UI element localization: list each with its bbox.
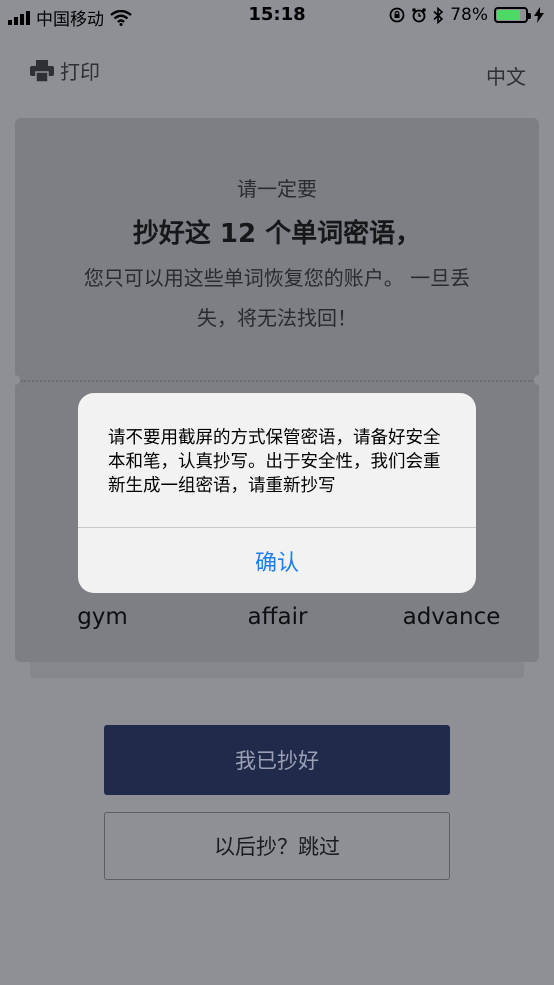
- card-notch-right: [534, 375, 544, 385]
- print-label: 打印: [60, 60, 100, 84]
- status-bar: 中国移动 15:18 78%: [0, 0, 554, 32]
- screenshot-warning-alert: 请不要用截屏的方式保管密语，请备好安全本和笔，认真抄写。出于安全性，我们会重新生…: [78, 393, 476, 593]
- battery-percent: 78%: [450, 5, 488, 25]
- skip-button[interactable]: 以后抄？跳过: [104, 812, 450, 880]
- card-notch-left: [10, 375, 20, 385]
- mnemonic-word-11: affair: [247, 604, 308, 630]
- card-subtitle: 请一定要: [237, 177, 317, 201]
- language-toggle[interactable]: 中文: [486, 61, 526, 90]
- confirm-copied-button[interactable]: 我已抄好: [104, 725, 450, 795]
- charging-icon: [534, 7, 544, 23]
- mnemonic-word-12: advance: [402, 604, 501, 630]
- card-title: 抄好这 12 个单词密语，: [132, 219, 422, 249]
- mnemonic-word-10: gym: [77, 604, 128, 630]
- printer-icon: [30, 59, 54, 82]
- print-button[interactable]: 打印: [30, 56, 100, 85]
- rotation-lock-icon: [389, 7, 405, 23]
- card-divider: [21, 380, 533, 382]
- alarm-icon: [412, 8, 427, 23]
- card-description: 您只可以用这些单词恢复您的账户。 一旦丢失，将无法找回！: [83, 266, 471, 330]
- alert-message: 请不要用截屏的方式保管密语，请备好安全本和笔，认真抄写。出于安全性，我们会重新生…: [108, 428, 441, 496]
- bluetooth-icon: [433, 6, 444, 24]
- alert-confirm-button[interactable]: 确认: [78, 528, 476, 593]
- battery-icon: [494, 7, 531, 23]
